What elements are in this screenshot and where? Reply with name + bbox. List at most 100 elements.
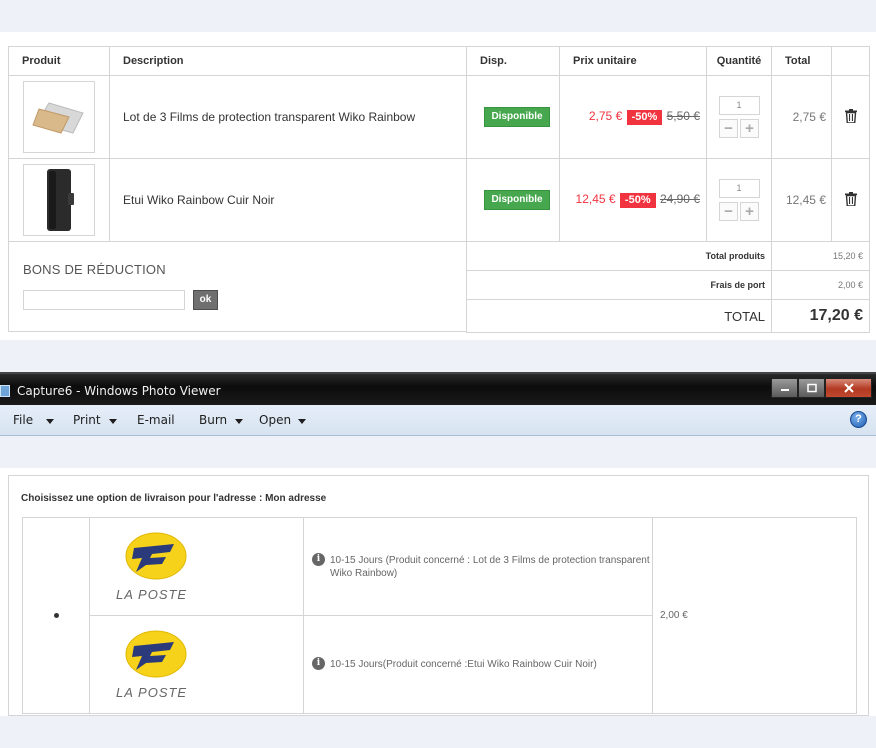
carrier-logo-cell: LA POSTE [89,517,304,616]
menu-bar: File Print E-mail Burn Open ? [0,405,876,436]
availability-cell: Disponible [466,75,560,159]
col-header-unit-price: Prix unitaire [559,46,707,76]
voucher-title: BONS DE RÉDUCTION [23,262,166,277]
chevron-down-icon[interactable] [298,419,306,424]
shipping-fee-label: Frais de port [466,270,772,300]
totals-row-products: Total produits 15,20 € [466,241,870,271]
delivery-option-radio[interactable] [53,613,59,618]
totals-row-shipping: Frais de port 2,00 € [466,270,870,300]
quantity-increase-button[interactable]: + [740,202,759,221]
product-description[interactable]: Etui Wiko Rainbow Cuir Noir [109,158,467,242]
quantity-decrease-button[interactable]: − [719,119,738,138]
col-header-actions [831,46,870,76]
col-header-quantity: Quantité [706,46,772,76]
delivery-option-text: 10-15 Jours (Produit concerné : Lot de 3… [330,554,650,579]
totals-table: Total produits 15,20 € Frais de port 2,0… [466,241,870,333]
minimize-icon [780,389,789,391]
close-icon [843,383,854,393]
carrier-name: LA POSTE [116,587,187,602]
delivery-option-description: i 10-15 Jours (Produit concerné : Lot de… [303,517,653,616]
row-total: 2,75 € [771,75,832,159]
cart-header-row: Produit Description Disp. Prix unitaire … [8,46,870,76]
delivery-price: 2,00 € [652,517,857,714]
totals-row-grand: TOTAL 17,20 € [466,299,870,333]
carrier-logo-cell: LA POSTE [89,615,304,714]
quantity-increase-button[interactable]: + [740,119,759,138]
availability-badge: Disponible [484,107,550,127]
minimize-button[interactable] [771,378,798,398]
cart-panel: Produit Description Disp. Prix unitaire … [0,32,876,340]
chevron-down-icon[interactable] [109,419,117,424]
trash-icon[interactable] [844,108,857,124]
delete-cell [831,75,870,159]
carrier-name: LA POSTE [116,685,187,700]
chevron-down-icon[interactable] [46,419,54,424]
phone-case-icon [47,169,74,231]
product-thumbnail[interactable] [23,164,95,236]
total-products-value: 15,20 € [771,241,870,271]
window-titlebar[interactable]: Capture6 - Windows Photo Viewer [0,372,876,405]
price-old: 24,90 € [659,192,700,206]
delivery-option-description: i 10-15 Jours(Produit concerné :Etui Wik… [303,615,653,714]
la-poste-logo-icon: LA POSTE [116,630,187,700]
total-products-label: Total produits [466,241,772,271]
help-icon[interactable]: ? [850,411,867,428]
menu-burn[interactable]: Burn [199,413,227,427]
close-button[interactable] [825,378,872,398]
delivery-options-box: Choisissez une option de livraison pour … [8,475,869,716]
quantity-decrease-button[interactable]: − [719,202,738,221]
screen-protector-icon [32,102,84,134]
delivery-options-table: LA POSTE i 10-15 Jours (Produit concerné… [22,517,857,714]
chevron-down-icon[interactable] [235,419,243,424]
price-new: 2,75 € [588,109,623,123]
row-total: 12,45 € [771,158,832,242]
product-description[interactable]: Lot de 3 Films de protection transparent… [109,75,467,159]
info-icon: i [312,657,325,670]
info-icon: i [312,552,325,566]
col-header-product: Produit [8,46,110,76]
maximize-button[interactable] [798,378,825,398]
grand-total-value: 17,20 € [771,299,870,333]
reduction-badge: -50% [626,110,663,125]
quantity-cell: 1 − + [706,158,772,242]
trash-icon[interactable] [844,191,857,207]
product-thumbnail[interactable] [23,81,95,153]
unit-price-cell: 12,45 € -50% 24,90 € [559,158,707,242]
unit-price-cell: 2,75 € -50% 5,50 € [559,75,707,159]
window-title: Capture6 - Windows Photo Viewer [17,384,221,398]
delivery-option-text: 10-15 Jours(Produit concerné :Etui Wiko … [330,659,597,670]
voucher-section: BONS DE RÉDUCTION ok [8,241,467,332]
cart-row: Lot de 3 Films de protection transparent… [8,75,870,159]
col-header-availability: Disp. [466,46,560,76]
delivery-option-row: LA POSTE i 10-15 Jours (Produit concerné… [22,517,857,714]
col-header-total: Total [771,46,832,76]
shipping-panel: Choisissez une option de livraison pour … [0,468,876,716]
delivery-radio-cell [22,517,90,714]
quantity-cell: 1 − + [706,75,772,159]
col-header-description: Description [109,46,467,76]
reduction-badge: -50% [619,193,656,208]
voucher-ok-button[interactable]: ok [193,290,218,310]
product-thumb-cell [8,75,110,159]
cart-row: Etui Wiko Rainbow Cuir Noir Disponible 1… [8,158,870,242]
la-poste-logo-icon: LA POSTE [116,532,187,602]
availability-cell: Disponible [466,158,560,242]
product-thumb-cell [8,158,110,242]
availability-badge: Disponible [484,190,550,210]
maximize-icon [806,383,817,393]
quantity-input[interactable]: 1 [718,96,760,115]
price-old: 5,50 € [666,109,700,123]
price-new: 12,45 € [575,192,616,206]
delete-cell [831,158,870,242]
menu-file[interactable]: File [13,413,33,427]
menu-print[interactable]: Print [73,413,101,427]
menu-email[interactable]: E-mail [137,413,175,427]
shipping-fee-value: 2,00 € [771,270,870,300]
delivery-options-title: Choisissez une option de livraison pour … [21,493,327,504]
photo-viewer-app-icon [0,385,10,397]
voucher-code-input[interactable] [23,290,185,310]
grand-total-label: TOTAL [466,299,772,333]
quantity-input[interactable]: 1 [718,179,760,198]
cart-table: Produit Description Disp. Prix unitaire … [8,46,870,242]
menu-open[interactable]: Open [259,413,291,427]
